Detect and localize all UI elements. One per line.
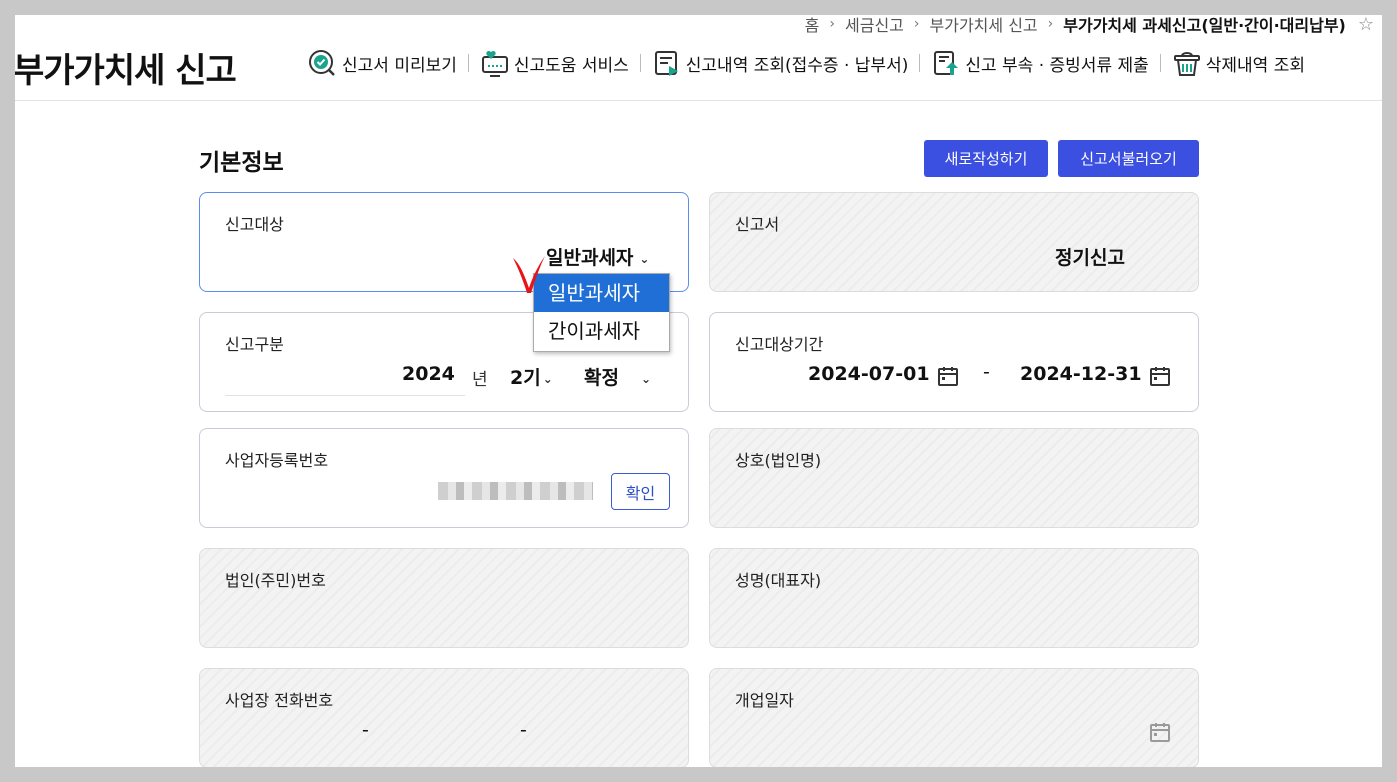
chevron-down-icon: ⌄ [640,371,652,386]
company-field: 상호(법인명) [709,428,1199,528]
open-date-label: 개업일자 [735,691,794,710]
nav-divider [639,54,641,72]
star-icon[interactable]: ☆ [1358,15,1374,35]
corp-no-field: 법인(주민)번호 [199,548,689,648]
year-input-underline [225,395,465,396]
confirm-button[interactable]: 확인 [611,473,670,510]
date-separator: - [983,361,990,383]
end-date-input[interactable]: 2024-12-31 [1020,363,1142,385]
biz-no-masked-value[interactable] [438,482,593,500]
period-select[interactable]: 2기 ⌄ [510,363,553,390]
phone-label: 사업장 전화번호 [225,691,334,710]
nav-submit-docs[interactable]: 신고 부속 · 증빙서류 제출 [931,48,1149,78]
calendar-icon [1150,723,1170,742]
new-report-button[interactable]: 새로작성하기 [924,140,1048,177]
period-label: 신고대상기간 [735,335,824,354]
nav-deleted-label: 삭제내역 조회 [1205,55,1306,76]
preview-check-icon [309,50,335,76]
year-suffix: 년 [472,370,488,390]
ceo-label: 성명(대표자) [735,571,822,590]
dropdown-option-simplified[interactable]: 간이과세자 [534,312,669,350]
nav-deleted-history[interactable]: 삭제내역 조회 [1172,48,1305,78]
biz-no-label: 사업자등록번호 [225,451,329,470]
nav-submit-label: 신고 부속 · 증빙서류 제출 [965,55,1149,76]
dropdown-option-general[interactable]: 일반과세자 [534,274,669,312]
chevron-down-icon: ⌄ [639,251,650,266]
period-select-value: 2기 [510,367,541,389]
biz-no-field: 사업자등록번호 확인 [199,428,689,528]
nav-preview-label: 신고서 미리보기 [342,55,457,76]
nav-divider [467,54,469,72]
chevron-right-icon: › [829,16,836,32]
target-dropdown-menu: 일반과세자 간이과세자 [533,273,670,352]
chevron-right-icon: › [1047,16,1054,32]
page: 부가가치세 신고 신고서 미리보기 신고도움 서비스 신고내역 조회(접수증 ·… [15,15,1382,767]
breadcrumb-vat-report[interactable]: 부가가치세 신고 [930,15,1038,36]
calendar-icon[interactable] [1149,365,1171,387]
year-input[interactable]: 2024 [402,363,455,385]
nav-history[interactable]: 신고내역 조회(접수증 · 납부서) [652,48,909,78]
history-doc-icon [654,51,678,76]
breadcrumb-current: 부가가치세 과세신고(일반·간이·대리납부) [1063,16,1346,35]
nav-help-service[interactable]: 신고도움 서비스 [480,48,629,78]
breadcrumb-home[interactable]: 홈 [805,15,820,36]
nav-history-label: 신고내역 조회(접수증 · 납부서) [685,55,909,76]
phone-separator: - [520,719,527,741]
breadcrumb: 홈 › 세금신고 › 부가가치세 신고 › 부가가치세 과세신고(일반·간이·대… [805,15,1374,35]
nav-preview[interactable]: 신고서 미리보기 [308,48,457,78]
chevron-down-icon: ⌄ [542,371,553,386]
open-date-field: 개업일자 [709,668,1199,767]
help-monitor-icon [481,50,508,77]
breadcrumb-tax-report[interactable]: 세금신고 [845,15,904,36]
upload-doc-icon [934,51,959,75]
corp-no-label: 법인(주민)번호 [225,571,326,590]
target-select[interactable]: 일반과세자 ⌄ [546,243,649,270]
section-title: 기본정보 [199,150,284,176]
report-type-value: 정기신고 [1055,247,1125,269]
company-label: 상호(법인명) [735,451,822,470]
nav-divider [1159,54,1161,72]
annotation-check-mark [513,256,545,293]
phone-separator: - [362,719,369,741]
report-type-label: 신고서 [735,215,780,234]
trash-icon [1173,52,1200,76]
nav-help-label: 신고도움 서비스 [513,55,629,76]
phone-field: 사업장 전화번호 - - [199,668,689,767]
chevron-right-icon: › [913,16,920,32]
type-select[interactable]: 확정 ⌄ [584,363,651,390]
type-select-value: 확정 [584,367,619,389]
target-label: 신고대상 [225,215,284,234]
ceo-field: 성명(대표자) [709,548,1199,648]
load-report-button[interactable]: 신고서불러오기 [1058,140,1199,177]
period-field: 신고대상기간 2024-07-01 - 2024-12-31 [709,312,1199,412]
page-title: 부가가치세 신고 [15,51,237,91]
top-nav: 신고서 미리보기 신고도움 서비스 신고내역 조회(접수증 · 납부서) 신고 … [308,48,1305,78]
category-label: 신고구분 [225,335,284,354]
calendar-icon[interactable] [937,365,959,387]
start-date-input[interactable]: 2024-07-01 [808,363,930,385]
target-select-value: 일반과세자 [546,247,634,269]
nav-divider [919,54,921,72]
report-type-field: 신고서 정기신고 [709,192,1199,292]
